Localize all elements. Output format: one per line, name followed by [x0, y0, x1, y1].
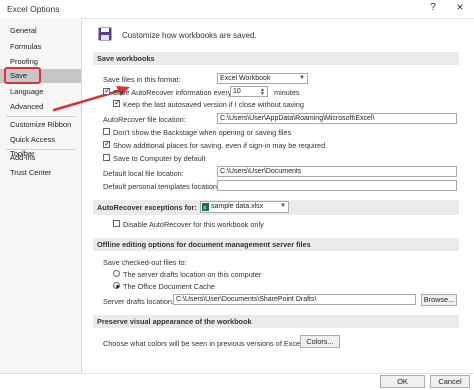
sidebar-item-general[interactable]: General [0, 24, 81, 38]
additional-places-label: Show additional places for saving, even … [113, 141, 328, 150]
window-title: Excel Options [7, 4, 60, 14]
default-local-label: Default local file location: [103, 169, 184, 178]
browse-button[interactable]: Browse... [421, 294, 457, 306]
save-to-computer-checkbox[interactable] [103, 154, 110, 161]
sidebar-item-add-ins[interactable]: Add-ins [0, 151, 81, 165]
help-button[interactable]: ? [425, 2, 441, 16]
disable-autorecover-label: Disable AutoRecover for this workbook on… [123, 220, 264, 229]
sidebar-divider [6, 116, 76, 117]
office-cache-radio[interactable] [113, 282, 120, 289]
svg-text:x: x [203, 206, 206, 212]
minutes-label: minutes [274, 88, 300, 97]
floppy-disk-icon [98, 27, 112, 41]
save-checked-out-label: Save checked-out files to: [103, 258, 187, 267]
keep-last-autosaved-checkbox[interactable] [113, 98, 121, 107]
excel-file-icon: x [202, 203, 209, 211]
autorecover-label: Save AutoRecover information every [113, 88, 232, 97]
sidebar-item-trust-center[interactable]: Trust Center [0, 166, 81, 180]
backstage-label: Don't show the Backstage when opening or… [113, 128, 292, 137]
sidebar-item-formulas[interactable]: Formulas [0, 40, 81, 54]
additional-places-checkbox[interactable] [103, 139, 111, 148]
format-select-value: Excel Workbook [220, 75, 271, 82]
cancel-button[interactable]: Cancel [430, 375, 470, 388]
default-templates-label: Default personal templates location: [103, 182, 220, 191]
autorecover-minutes-value: 10 [233, 88, 241, 95]
save-to-computer-label: Save to Computer by default [113, 154, 206, 163]
autorecover-location-input[interactable]: C:\Users\User\AppData\Roaming\Microsoft\… [217, 113, 457, 124]
format-select[interactable]: Excel Workbook ▼ [217, 73, 308, 84]
highlight-box [4, 67, 41, 84]
office-cache-option-label: The Office Document Cache [123, 282, 215, 291]
server-drafts-location-input[interactable]: C:\Users\User\Documents\SharePoint Draft… [173, 294, 416, 305]
autorecover-exceptions-title: AutoRecover exceptions for: [97, 203, 197, 212]
chevron-down-icon: ▼ [280, 203, 286, 209]
format-label: Save files in this format: [103, 75, 181, 84]
chevron-down-icon: ▼ [299, 75, 305, 81]
title-bar: Excel Options ? × [0, 0, 474, 19]
autorecover-location-label: AutoRecover file location: [103, 115, 186, 124]
autorecover-minutes-spinner[interactable]: 10 ▲ ▼ [230, 86, 268, 97]
exceptions-workbook-value: sample data.xlsx [211, 203, 264, 210]
sidebar-item-customize-ribbon[interactable]: Customize Ribbon [0, 118, 81, 132]
ok-button[interactable]: OK [380, 375, 425, 388]
section-preserve-appearance: Preserve visual appearance of the workbo… [93, 315, 459, 328]
server-drafts-radio[interactable] [113, 270, 120, 277]
server-drafts-option-label: The server drafts location on this compu… [123, 270, 262, 279]
disable-autorecover-checkbox[interactable] [113, 220, 120, 227]
autorecover-checkbox[interactable] [103, 86, 111, 95]
page-header-text: Customize how workbooks are saved. [122, 31, 257, 40]
spinner-arrows-icon: ▲ ▼ [260, 87, 265, 97]
exceptions-workbook-select[interactable]: sample data.xlsx ▼ [200, 201, 289, 213]
default-templates-input[interactable] [217, 180, 457, 191]
sidebar-divider [6, 149, 76, 150]
close-button[interactable]: × [452, 0, 468, 14]
keep-last-autosaved-label: Keep the last autosaved version if I clo… [123, 100, 304, 109]
colors-button[interactable]: Colors... [300, 335, 340, 348]
annotation-arrow-icon [52, 86, 130, 112]
section-save-workbooks: Save workbooks [93, 52, 459, 65]
colors-label: Choose what colors will be seen in previ… [103, 339, 304, 348]
section-offline-editing: Offline editing options for document man… [93, 238, 459, 251]
backstage-checkbox[interactable] [103, 128, 110, 135]
server-drafts-location-label: Server drafts location: [103, 297, 174, 306]
sidebar-item-quick-access-toolbar[interactable]: Quick Access Toolbar [0, 133, 81, 158]
default-local-input[interactable]: C:\Users\User\Documents [217, 166, 457, 177]
